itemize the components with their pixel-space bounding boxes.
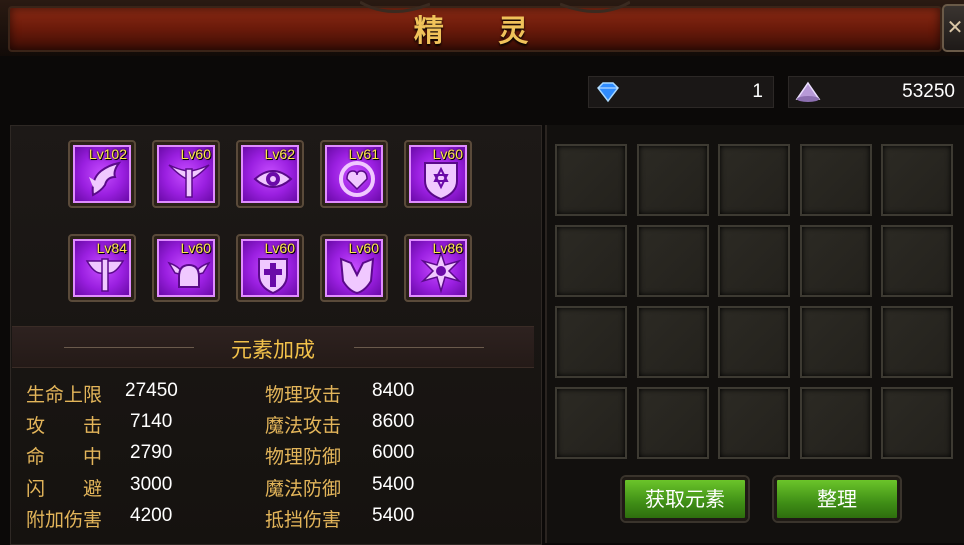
element-slot[interactable]	[636, 225, 709, 297]
stat-value: 2790	[130, 442, 173, 463]
element-slot[interactable]	[718, 387, 790, 459]
crystal-counter: 53250	[788, 76, 964, 108]
element-slot[interactable]	[799, 225, 872, 297]
get-elements-button[interactable]: 获取元素	[622, 477, 748, 521]
diamond-value: 1	[752, 81, 763, 102]
spirit-level: Lv60	[432, 146, 463, 162]
stat-value: 27450	[125, 380, 178, 401]
spirit-level: Lv102	[88, 146, 127, 162]
element-slot[interactable]	[555, 144, 627, 216]
diamond-counter: 1	[588, 76, 774, 108]
element-slot[interactable]	[799, 144, 872, 216]
spirit-slot-10[interactable]: Lv86	[404, 234, 472, 302]
element-slot[interactable]	[799, 387, 872, 459]
element-slot[interactable]	[555, 225, 627, 297]
stat-label: 生命上限	[26, 384, 103, 406]
skull-star-icon	[420, 251, 462, 294]
stat-value: 7140	[130, 411, 173, 432]
stat-label: 附加伤害	[26, 509, 103, 531]
stat-value: 8400	[372, 380, 415, 401]
spirit-level: Lv60	[264, 240, 295, 256]
title-bar: 精 灵 ✕	[0, 0, 964, 56]
stat-value: 8600	[372, 411, 415, 432]
star-shield-icon	[424, 162, 458, 201]
element-slot[interactable]	[636, 387, 709, 459]
winged-sword-icon	[168, 164, 210, 198]
spirit-slot-9[interactable]: Lv60	[320, 234, 388, 302]
stat-label: 物理防御	[265, 446, 342, 468]
element-slot[interactable]	[718, 144, 790, 216]
heart-crest-icon	[339, 161, 375, 197]
element-slot[interactable]	[881, 144, 953, 216]
spirit-level: Lv86	[432, 240, 463, 256]
armor-icon	[339, 257, 375, 295]
stat-label: 攻 击	[26, 415, 103, 437]
spirit-level: Lv60	[180, 146, 211, 162]
stat-label: 魔法防御	[265, 478, 342, 500]
spirit-level: Lv84	[96, 240, 127, 256]
element-slot[interactable]	[881, 387, 953, 459]
stat-label: 命 中	[26, 446, 103, 468]
spirit-slot-2[interactable]: Lv60	[152, 140, 220, 208]
spirit-level: Lv62	[264, 146, 295, 162]
element-slot[interactable]	[555, 306, 627, 378]
stat-value: 5400	[372, 474, 415, 495]
dragon-crest-icon	[89, 161, 122, 197]
spirit-slot-8[interactable]: Lv60	[236, 234, 304, 302]
stat-label: 闪 避	[26, 478, 103, 500]
stat-value: 6000	[372, 442, 415, 463]
element-slot[interactable]	[799, 306, 872, 378]
crystal-value: 53250	[902, 81, 955, 102]
spirit-level: Lv60	[180, 240, 211, 256]
organize-button[interactable]: 整理	[774, 477, 900, 521]
element-bonus-header: 元素加成	[12, 326, 534, 368]
stat-value: 4200	[130, 505, 173, 526]
winged-helm-icon	[167, 261, 211, 288]
spirit-level: Lv61	[348, 146, 379, 162]
element-slot[interactable]	[636, 144, 709, 216]
element-slot[interactable]	[718, 225, 790, 297]
element-slot[interactable]	[881, 306, 953, 378]
eye-icon	[253, 170, 293, 188]
element-slot[interactable]	[718, 306, 790, 378]
spirit-slot-5[interactable]: Lv60	[404, 140, 472, 208]
axe-crest-icon	[85, 258, 125, 292]
spirit-slot-3[interactable]: Lv62	[236, 140, 304, 208]
close-button[interactable]: ✕	[942, 4, 964, 52]
stat-label: 抵挡伤害	[265, 509, 342, 531]
element-slot[interactable]	[555, 387, 627, 459]
cross-shield-icon	[258, 258, 288, 295]
spirit-slot-6[interactable]: Lv84	[68, 234, 136, 302]
stat-value: 5400	[372, 505, 415, 526]
spirit-slot-1[interactable]: Lv102	[68, 140, 136, 208]
spirit-slot-7[interactable]: Lv60	[152, 234, 220, 302]
element-slot[interactable]	[881, 225, 953, 297]
stat-value: 3000	[130, 474, 173, 495]
close-icon: ✕	[946, 15, 964, 39]
blue-diamond-icon	[597, 82, 619, 103]
spirit-slot-4[interactable]: Lv61	[320, 140, 388, 208]
window-title: 精 灵	[413, 14, 551, 49]
stat-label: 物理攻击	[265, 384, 342, 406]
element-slot[interactable]	[636, 306, 709, 378]
purple-crystal-icon	[795, 81, 821, 102]
element-bonus-title: 元素加成	[231, 338, 315, 362]
stat-label: 魔法攻击	[265, 415, 342, 437]
spirit-level: Lv60	[348, 240, 379, 256]
